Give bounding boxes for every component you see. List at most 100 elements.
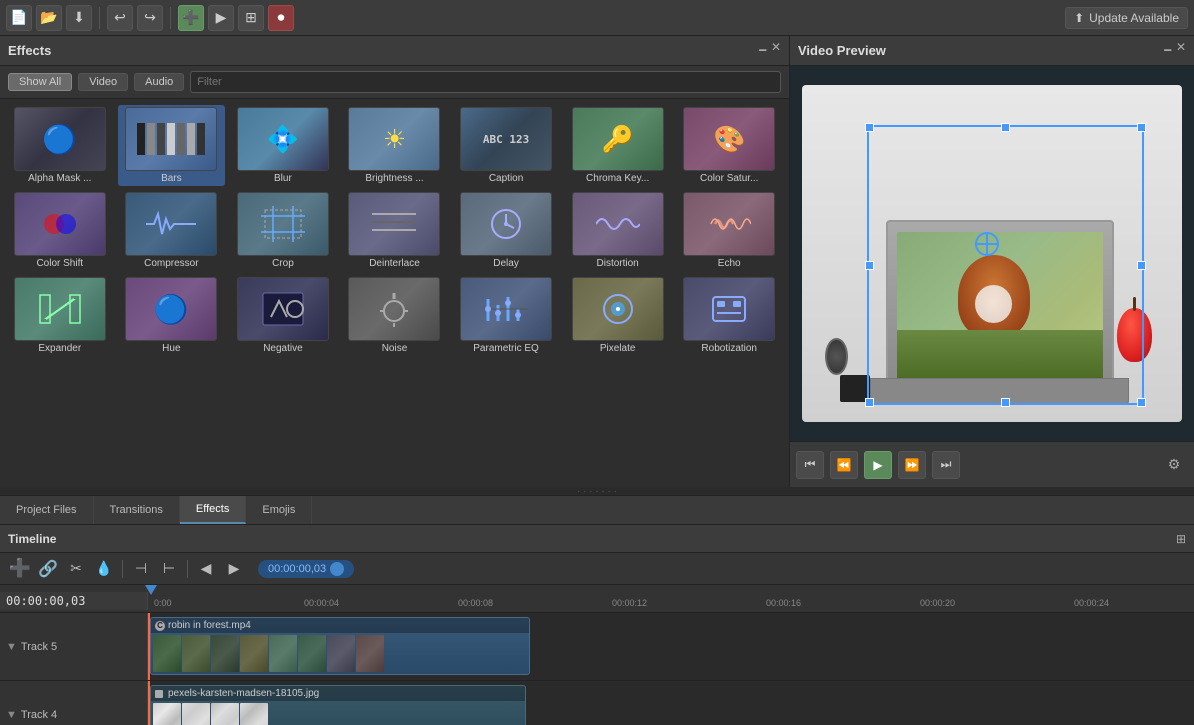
effect-color-shift-label: Color Shift — [36, 258, 83, 269]
effects-close[interactable]: ✕ — [771, 40, 781, 61]
next-frame-button[interactable]: ⏩ — [898, 451, 926, 479]
effect-delay[interactable]: Delay — [452, 190, 560, 271]
effect-pixelate[interactable]: Pixelate — [564, 275, 672, 356]
new-button[interactable]: 📄 — [6, 5, 32, 31]
effect-color-satur[interactable]: 🎨 Color Satur... — [675, 105, 783, 186]
effect-brightness-label: Brightness ... — [365, 173, 423, 184]
effects-grid: 🔵 Alpha Mask ... — [6, 105, 783, 356]
effect-delay-label: Delay — [493, 258, 519, 269]
preview-button[interactable]: ▶ — [208, 5, 234, 31]
effect-robotization-label: Robotization — [701, 343, 757, 354]
effect-expander-thumb — [14, 277, 106, 341]
effect-blur[interactable]: 💠 Blur — [229, 105, 337, 186]
effect-caption-label: Caption — [489, 173, 523, 184]
skip-end-tl-button[interactable]: ⊢ — [157, 557, 181, 581]
preview-screen — [790, 66, 1194, 441]
effect-caption[interactable]: ABC 123 Caption — [452, 105, 560, 186]
clip-pexels-image[interactable]: pexels-karsten-madsen-18105.jpg — [150, 685, 526, 725]
track-5-content[interactable]: C robin in forest.mp4 — [148, 613, 1194, 680]
timeline-expand[interactable]: ⊞ — [1176, 532, 1186, 546]
undo-button[interactable]: ↩ — [107, 5, 133, 31]
add-button[interactable]: ➕ — [178, 5, 204, 31]
effect-bars-label: Bars — [161, 173, 182, 184]
play-pause-button[interactable]: ▶ — [864, 451, 892, 479]
effect-brightness[interactable]: ☀ Brightness ... — [341, 105, 449, 186]
effect-robotization[interactable]: Robotization — [675, 275, 783, 356]
skip-start-tl-button[interactable]: ⊣ — [129, 557, 153, 581]
previous-frame-button[interactable]: ⏪ — [830, 451, 858, 479]
tab-project-files[interactable]: Project Files — [0, 496, 94, 524]
timeline-tracks: 0:00 00:00:04 00:00:08 00:00:12 00:00:16… — [0, 585, 1194, 725]
tl-sep-1 — [122, 560, 123, 578]
effect-crop-thumb — [237, 192, 329, 256]
effect-alpha-mask[interactable]: 🔵 Alpha Mask ... — [6, 105, 114, 186]
open-button[interactable]: 📂 — [36, 5, 62, 31]
effect-color-shift-thumb — [14, 192, 106, 256]
effect-expander[interactable]: Expander — [6, 275, 114, 356]
timeline-title: Timeline — [8, 532, 56, 546]
effect-robotization-thumb — [683, 277, 775, 341]
tl-sep-2 — [187, 560, 188, 578]
preview-close[interactable]: ✕ — [1176, 40, 1186, 61]
save-button[interactable]: ⬇ — [66, 5, 92, 31]
clip-robin-forest[interactable]: C robin in forest.mp4 — [150, 617, 530, 675]
filter-audio[interactable]: Audio — [134, 73, 184, 91]
clip-robin-filmstrip — [151, 633, 529, 674]
tab-transitions[interactable]: Transitions — [94, 496, 180, 524]
filter-video[interactable]: Video — [78, 73, 128, 91]
preview-header: Video Preview 🗕 ✕ — [790, 36, 1194, 66]
effect-parametric-eq-thumb — [460, 277, 552, 341]
prev-marker-button[interactable]: ◀ — [194, 557, 218, 581]
next-marker-button[interactable]: ▶ — [222, 557, 246, 581]
effect-echo[interactable]: Echo — [675, 190, 783, 271]
record-button[interactable]: ⏺ — [268, 5, 294, 31]
effect-parametric-eq[interactable]: Parametric EQ — [452, 275, 560, 356]
toolbar-sep-2 — [170, 7, 171, 29]
track-5-label: ▼ Track 5 — [0, 613, 148, 680]
effects-grid-container[interactable]: 🔵 Alpha Mask ... — [0, 99, 789, 487]
effect-compressor[interactable]: Compressor — [118, 190, 226, 271]
preview-settings-button[interactable]: ⚙ — [1160, 451, 1188, 479]
effect-deinterlace-thumb — [348, 192, 440, 256]
effects-filter-input[interactable] — [190, 71, 781, 93]
filmstrip-frame-1 — [153, 635, 181, 672]
ruler-mark-5: 00:00:20 — [920, 598, 955, 608]
cut-button[interactable]: ✂ — [64, 557, 88, 581]
skip-to-end-button[interactable]: ⏭ — [932, 451, 960, 479]
add-track-button[interactable]: ➕ — [8, 557, 32, 581]
fullscreen-button[interactable]: ⊞ — [238, 5, 264, 31]
preview-minimize[interactable]: 🗕 — [1163, 40, 1172, 61]
resize-handle[interactable]: · · · · · · · — [0, 487, 1194, 495]
skip-to-start-button[interactable]: ⏮ — [796, 451, 824, 479]
ripple-button[interactable]: 💧 — [92, 557, 116, 581]
effect-chroma-key[interactable]: 🔑 Chroma Key... — [564, 105, 672, 186]
effects-header: Effects 🗕 ✕ — [0, 36, 789, 66]
filmstrip-frame-2 — [182, 635, 210, 672]
effect-distortion-thumb — [572, 192, 664, 256]
tab-effects[interactable]: Effects — [180, 496, 246, 524]
track-5-collapse[interactable]: ▼ — [6, 641, 17, 653]
effects-minimize[interactable]: 🗕 — [758, 40, 767, 61]
filter-show-all[interactable]: Show All — [8, 73, 72, 91]
effects-filter-bar: Show All Video Audio — [0, 66, 789, 99]
effect-distortion[interactable]: Distortion — [564, 190, 672, 271]
snap-button[interactable]: 🔗 — [36, 557, 60, 581]
track-4-collapse[interactable]: ▼ — [6, 709, 17, 721]
track-4-content[interactable]: pexels-karsten-madsen-18105.jpg — [148, 681, 1194, 725]
playhead-handle[interactable] — [330, 562, 344, 576]
effect-color-shift[interactable]: Color Shift — [6, 190, 114, 271]
timeline-content: 0:00 00:00:04 00:00:08 00:00:12 00:00:16… — [0, 585, 1194, 725]
effect-bars[interactable]: Bars — [118, 105, 226, 186]
effect-deinterlace[interactable]: Deinterlace — [341, 190, 449, 271]
effect-negative[interactable]: Negative — [229, 275, 337, 356]
tab-emojis[interactable]: Emojis — [246, 496, 312, 524]
ruler-mark-2: 00:00:08 — [458, 598, 493, 608]
filmstrip-frame-5 — [269, 635, 297, 672]
update-available-button[interactable]: ⬆ Update Available — [1065, 7, 1188, 29]
effect-crop[interactable]: Crop — [229, 190, 337, 271]
effects-panel: Effects 🗕 ✕ Show All Video Audio 🔵 Alpha… — [0, 36, 790, 487]
effect-distortion-label: Distortion — [597, 258, 639, 269]
redo-button[interactable]: ↪ — [137, 5, 163, 31]
effect-hue[interactable]: 🔵 Hue — [118, 275, 226, 356]
effect-noise[interactable]: Noise — [341, 275, 449, 356]
